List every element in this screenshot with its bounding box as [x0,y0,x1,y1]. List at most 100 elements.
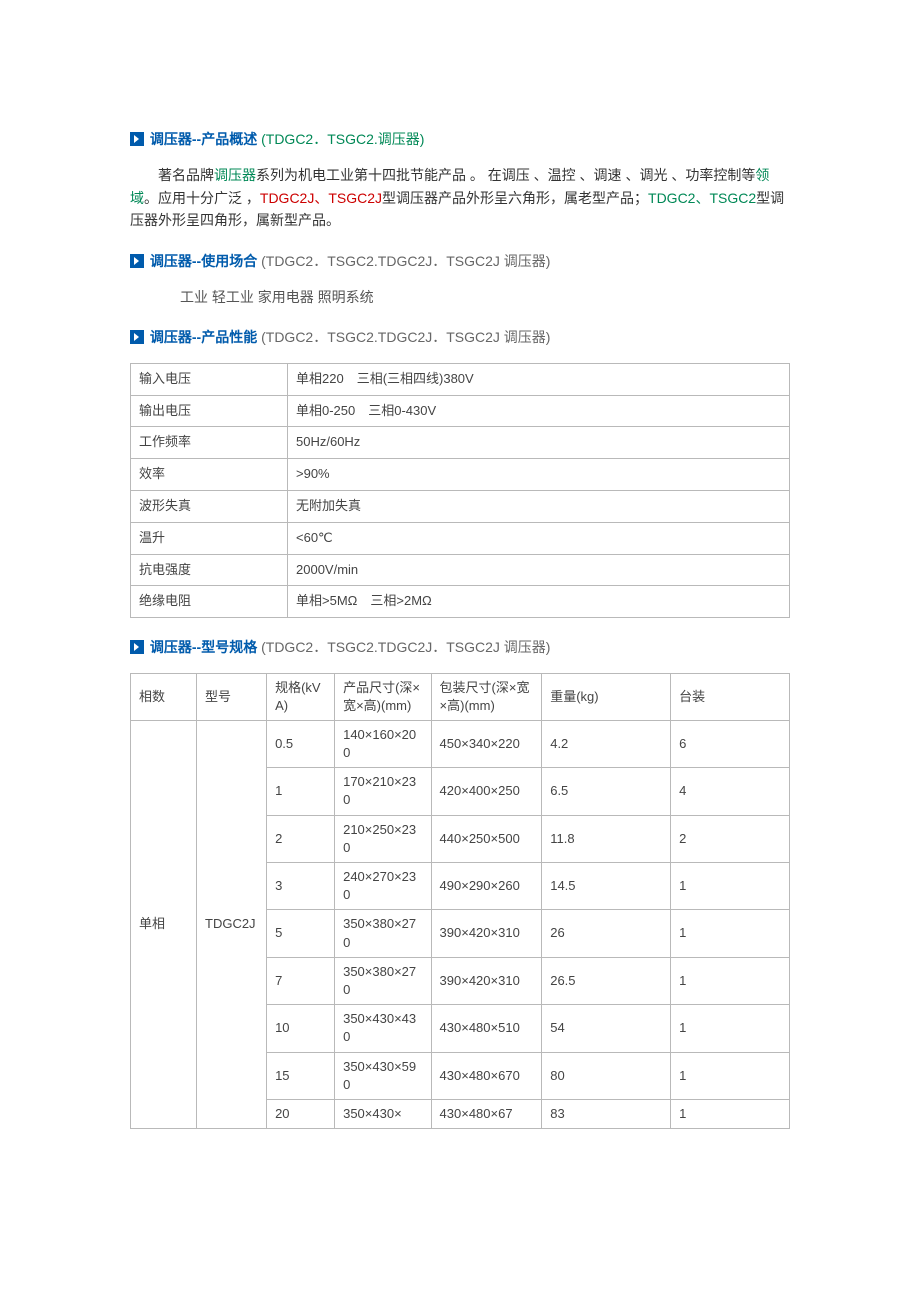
spec-weight-cell: 83 [542,1099,671,1128]
spec-psize-cell: 140×160×200 [335,720,431,767]
usage-title-blue: 调压器--使用场合 [150,253,257,269]
spec-table: 相数 型号 规格(kVA) 产品尺寸(深×宽×高)(mm) 包装尺寸(深×宽×高… [130,673,790,1130]
section-head-overview: 调压器--产品概述 (TDGC2．TSGC2.调压器) [130,128,790,150]
perf-row: 输出电压单相0-250 三相0-430V [131,395,790,427]
perf-val: 单相>5MΩ 三相>2MΩ [288,586,790,618]
spec-psize-cell: 350×430×430 [335,1005,431,1052]
overview-title-blue: 调压器--产品概述 [150,131,257,147]
spec-psize-cell: 210×250×230 [335,815,431,862]
spec-psize-cell: 170×210×230 [335,768,431,815]
overview-text: 系列为机电工业第十四批节能产品 。 在调压 、温控 、调速 、调光 、功率控制等 [256,167,755,183]
perf-key: 绝缘电阻 [131,586,288,618]
spec-weight-cell: 6.5 [542,768,671,815]
spec-weight-cell: 54 [542,1005,671,1052]
overview-text: 型调压器产品外形呈六角形，属老型产品； [382,190,648,206]
spec-pack-cell: 4 [671,768,790,815]
spec-kva-cell: 20 [267,1099,335,1128]
spec-title-suffix: (TDGC2．TSGC2.TDGC2J．TSGC2J 调压器) [261,639,550,655]
perf-key: 温升 [131,522,288,554]
spec-bsize-cell: 430×480×670 [431,1052,542,1099]
spec-kva-cell: 3 [267,863,335,910]
spec-h-pack: 台装 [671,673,790,720]
spec-title-blue: 调压器--型号规格 [150,639,257,655]
overview-red: TDGC2J、TSGC2J [260,190,382,206]
spec-kva-cell: 0.5 [267,720,335,767]
spec-bsize-cell: 450×340×220 [431,720,542,767]
spec-kva-cell: 5 [267,910,335,957]
spec-psize-cell: 350×430×590 [335,1052,431,1099]
overview-text: 。应用十分广泛 ， [144,190,260,206]
spec-pack-cell: 1 [671,910,790,957]
spec-pack-cell: 1 [671,863,790,910]
perf-val: <60℃ [288,522,790,554]
perf-val: 无附加失真 [288,490,790,522]
perf-val: 单相0-250 三相0-430V [288,395,790,427]
arrow-icon [130,254,144,268]
spec-psize-cell: 350×430× [335,1099,431,1128]
perf-val: >90% [288,459,790,491]
spec-weight-cell: 80 [542,1052,671,1099]
spec-h-kva: 规格(kVA) [267,673,335,720]
spec-pack-cell: 1 [671,1099,790,1128]
overview-green1: 调压器 [214,167,256,183]
spec-bsize-cell: 430×480×67 [431,1099,542,1128]
perf-row: 波形失真无附加失真 [131,490,790,522]
spec-bsize-cell: 420×400×250 [431,768,542,815]
section-head-usage: 调压器--使用场合 (TDGC2．TSGC2.TDGC2J．TSGC2J 调压器… [130,250,790,272]
spec-header-row: 相数 型号 规格(kVA) 产品尺寸(深×宽×高)(mm) 包装尺寸(深×宽×高… [131,673,790,720]
perf-key: 工作频率 [131,427,288,459]
perf-row: 温升<60℃ [131,522,790,554]
spec-row: 单相TDGC2J0.5140×160×200450×340×2204.26 [131,720,790,767]
perf-key: 抗电强度 [131,554,288,586]
spec-kva-cell: 1 [267,768,335,815]
spec-model-cell: TDGC2J [197,720,267,1128]
spec-h-phase: 相数 [131,673,197,720]
perf-key: 效率 [131,459,288,491]
usage-title-suffix: (TDGC2．TSGC2.TDGC2J．TSGC2J 调压器) [261,253,550,269]
spec-pack-cell: 1 [671,1052,790,1099]
spec-psize-cell: 240×270×230 [335,863,431,910]
spec-pack-cell: 2 [671,815,790,862]
perf-key: 输入电压 [131,363,288,395]
perf-title-suffix: (TDGC2．TSGC2.TDGC2J．TSGC2J 调压器) [261,329,550,345]
spec-bsize-cell: 440×250×500 [431,815,542,862]
spec-kva-cell: 10 [267,1005,335,1052]
spec-phase-cell: 单相 [131,720,197,1128]
section-head-spec: 调压器--型号规格 (TDGC2．TSGC2.TDGC2J．TSGC2J 调压器… [130,636,790,658]
usage-line: 工业 轻工业 家用电器 照明系统 [180,286,790,308]
spec-psize-cell: 350×380×270 [335,957,431,1004]
spec-h-weight: 重量(kg) [542,673,671,720]
spec-pack-cell: 1 [671,1005,790,1052]
arrow-icon [130,640,144,654]
spec-weight-cell: 4.2 [542,720,671,767]
perf-row: 输入电压单相220 三相(三相四线)380V [131,363,790,395]
spec-weight-cell: 26.5 [542,957,671,1004]
perf-val: 2000V/min [288,554,790,586]
spec-bsize-cell: 390×420×310 [431,957,542,1004]
arrow-icon [130,330,144,344]
arrow-icon [130,132,144,146]
spec-bsize-cell: 490×290×260 [431,863,542,910]
overview-green3: TDGC2、TSGC2 [648,190,756,206]
overview-text: 著名品牌 [158,167,214,183]
perf-row: 绝缘电阻单相>5MΩ 三相>2MΩ [131,586,790,618]
spec-pack-cell: 6 [671,720,790,767]
perf-row: 工作频率50Hz/60Hz [131,427,790,459]
perf-key: 波形失真 [131,490,288,522]
performance-table: 输入电压单相220 三相(三相四线)380V输出电压单相0-250 三相0-43… [130,363,790,618]
spec-psize-cell: 350×380×270 [335,910,431,957]
perf-val: 50Hz/60Hz [288,427,790,459]
perf-row: 抗电强度2000V/min [131,554,790,586]
spec-bsize-cell: 430×480×510 [431,1005,542,1052]
spec-h-model: 型号 [197,673,267,720]
perf-row: 效率>90% [131,459,790,491]
perf-title-blue: 调压器--产品性能 [150,329,257,345]
spec-bsize-cell: 390×420×310 [431,910,542,957]
spec-h-psize: 产品尺寸(深×宽×高)(mm) [335,673,431,720]
spec-weight-cell: 26 [542,910,671,957]
spec-weight-cell: 11.8 [542,815,671,862]
overview-title-suffix: (TDGC2．TSGC2.调压器) [261,131,424,147]
spec-kva-cell: 2 [267,815,335,862]
section-head-perf: 调压器--产品性能 (TDGC2．TSGC2.TDGC2J．TSGC2J 调压器… [130,326,790,348]
spec-weight-cell: 14.5 [542,863,671,910]
